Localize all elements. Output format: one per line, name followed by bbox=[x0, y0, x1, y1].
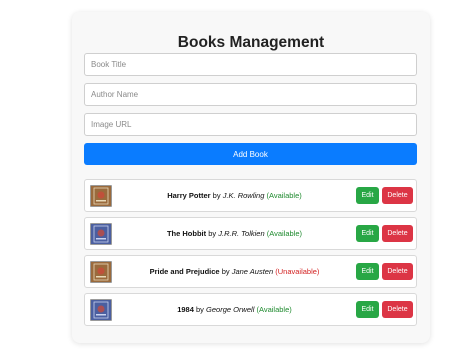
book-info: The Hobbit by J.R.R. Tolkien (Available) bbox=[119, 218, 350, 249]
book-cover-icon bbox=[90, 223, 112, 245]
edit-button[interactable]: Edit bbox=[356, 301, 379, 318]
delete-button[interactable]: Delete bbox=[382, 263, 413, 280]
edit-button[interactable]: Edit bbox=[356, 187, 379, 204]
book-item: The Hobbit by J.R.R. Tolkien (Available)… bbox=[84, 217, 417, 250]
delete-button[interactable]: Delete bbox=[382, 187, 413, 204]
book-author: J.R.R. Tolkien bbox=[218, 229, 265, 238]
book-cover-icon bbox=[90, 299, 112, 321]
status-badge: (Unavailable) bbox=[275, 267, 320, 276]
book-author: J.K. Rowling bbox=[222, 191, 265, 200]
by-label: by bbox=[221, 267, 230, 276]
by-label: by bbox=[208, 229, 217, 238]
book-author: Jane Austen bbox=[231, 267, 274, 276]
book-info: 1984 by George Orwell (Available) bbox=[119, 294, 350, 325]
author-name-input[interactable] bbox=[84, 83, 417, 106]
book-item: 1984 by George Orwell (Available) Edit D… bbox=[84, 293, 417, 326]
edit-button[interactable]: Edit bbox=[356, 263, 379, 280]
book-title: 1984 bbox=[177, 305, 194, 314]
book-title-input[interactable] bbox=[84, 53, 417, 76]
book-cover-icon bbox=[90, 185, 112, 207]
book-info: Harry Potter by J.K. Rowling (Available) bbox=[119, 180, 350, 211]
status-badge: (Available) bbox=[256, 305, 292, 314]
edit-button[interactable]: Edit bbox=[356, 225, 379, 242]
by-label: by bbox=[212, 191, 221, 200]
delete-button[interactable]: Delete bbox=[382, 301, 413, 318]
book-title: The Hobbit bbox=[166, 229, 207, 238]
book-info: Pride and Prejudice by Jane Austen (Unav… bbox=[119, 256, 350, 287]
book-cover-icon bbox=[90, 261, 112, 283]
book-item: Harry Potter by J.K. Rowling (Available)… bbox=[84, 179, 417, 212]
book-list: Harry Potter by J.K. Rowling (Available)… bbox=[84, 179, 417, 331]
book-author: George Orwell bbox=[206, 305, 255, 314]
status-badge: (Available) bbox=[266, 191, 302, 200]
book-title: Pride and Prejudice bbox=[149, 267, 220, 276]
delete-button[interactable]: Delete bbox=[382, 225, 413, 242]
page-title: Books Management bbox=[177, 34, 325, 51]
by-label: by bbox=[196, 305, 204, 314]
book-item: Pride and Prejudice by Jane Austen (Unav… bbox=[84, 255, 417, 288]
books-management-card: Books Management Add Book Harry Potter b… bbox=[72, 12, 430, 343]
book-title: Harry Potter bbox=[167, 191, 211, 200]
add-book-button[interactable]: Add Book bbox=[84, 143, 417, 165]
image-url-input[interactable] bbox=[84, 113, 417, 136]
status-badge: (Available) bbox=[266, 229, 303, 238]
